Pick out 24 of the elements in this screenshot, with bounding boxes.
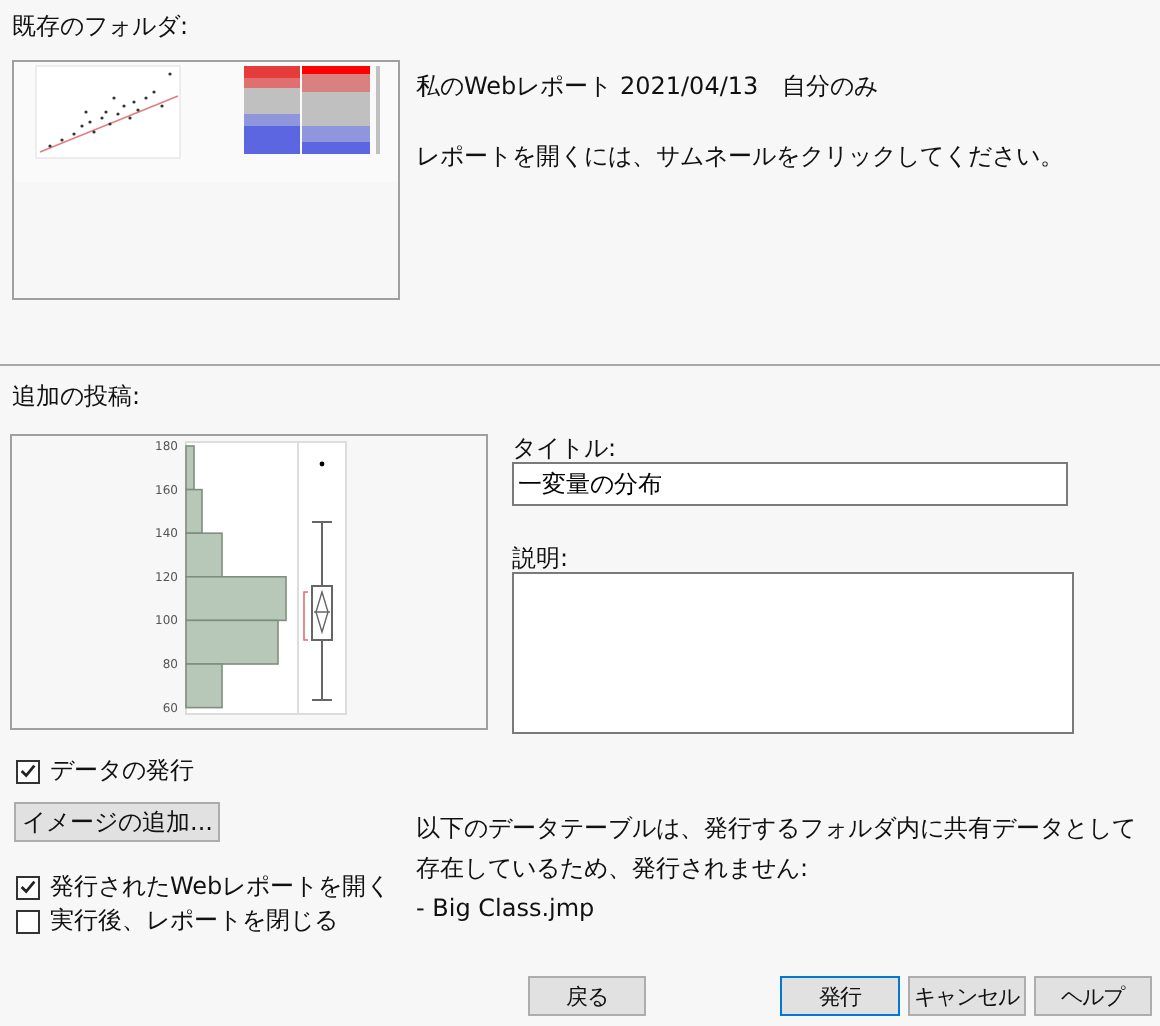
mosaic-plot-drawing — [244, 66, 380, 154]
add-image-button[interactable]: イメージの追加... — [14, 802, 221, 842]
report-info: 私のWebレポート 2021/04/13 自分のみ — [416, 70, 881, 102]
file-name: - Big Class.jmp — [416, 892, 597, 926]
report-thumbnail[interactable] — [12, 60, 400, 300]
back-button[interactable]: 戻る — [528, 976, 647, 1016]
thumbnail-hint: レポートを開くには、サムネールをクリックしてください。 — [416, 140, 1064, 172]
checkbox-label: データの発行 — [50, 754, 194, 788]
section-label: 追加の投稿: — [10, 380, 143, 414]
notice-text: 存在しているため、発行されません: — [416, 852, 811, 886]
checkbox-label: 発行されたWebレポートを開く — [50, 870, 391, 904]
section-label: 既存のフォルダ: — [10, 10, 191, 44]
notice-text: 以下のデータテーブルは、発行するフォルダ内に共有データとして — [416, 812, 1136, 846]
dialog-button[interactable]: キャンセル — [907, 976, 1026, 1016]
checkbox[interactable] — [16, 909, 40, 933]
checkbox-label: 実行後、レポートを閉じる — [50, 904, 338, 938]
checkbox[interactable] — [16, 759, 40, 783]
title-field[interactable]: 一変量の分布 — [512, 462, 1068, 506]
checkbox[interactable] — [16, 875, 40, 899]
dialog-button[interactable]: 発行 — [780, 976, 900, 1016]
field-label: タイトル: — [512, 434, 617, 462]
description-field[interactable] — [512, 572, 1074, 734]
field-label: 説明: — [512, 544, 569, 572]
dialog-button[interactable]: ヘルプ — [1033, 976, 1152, 1016]
